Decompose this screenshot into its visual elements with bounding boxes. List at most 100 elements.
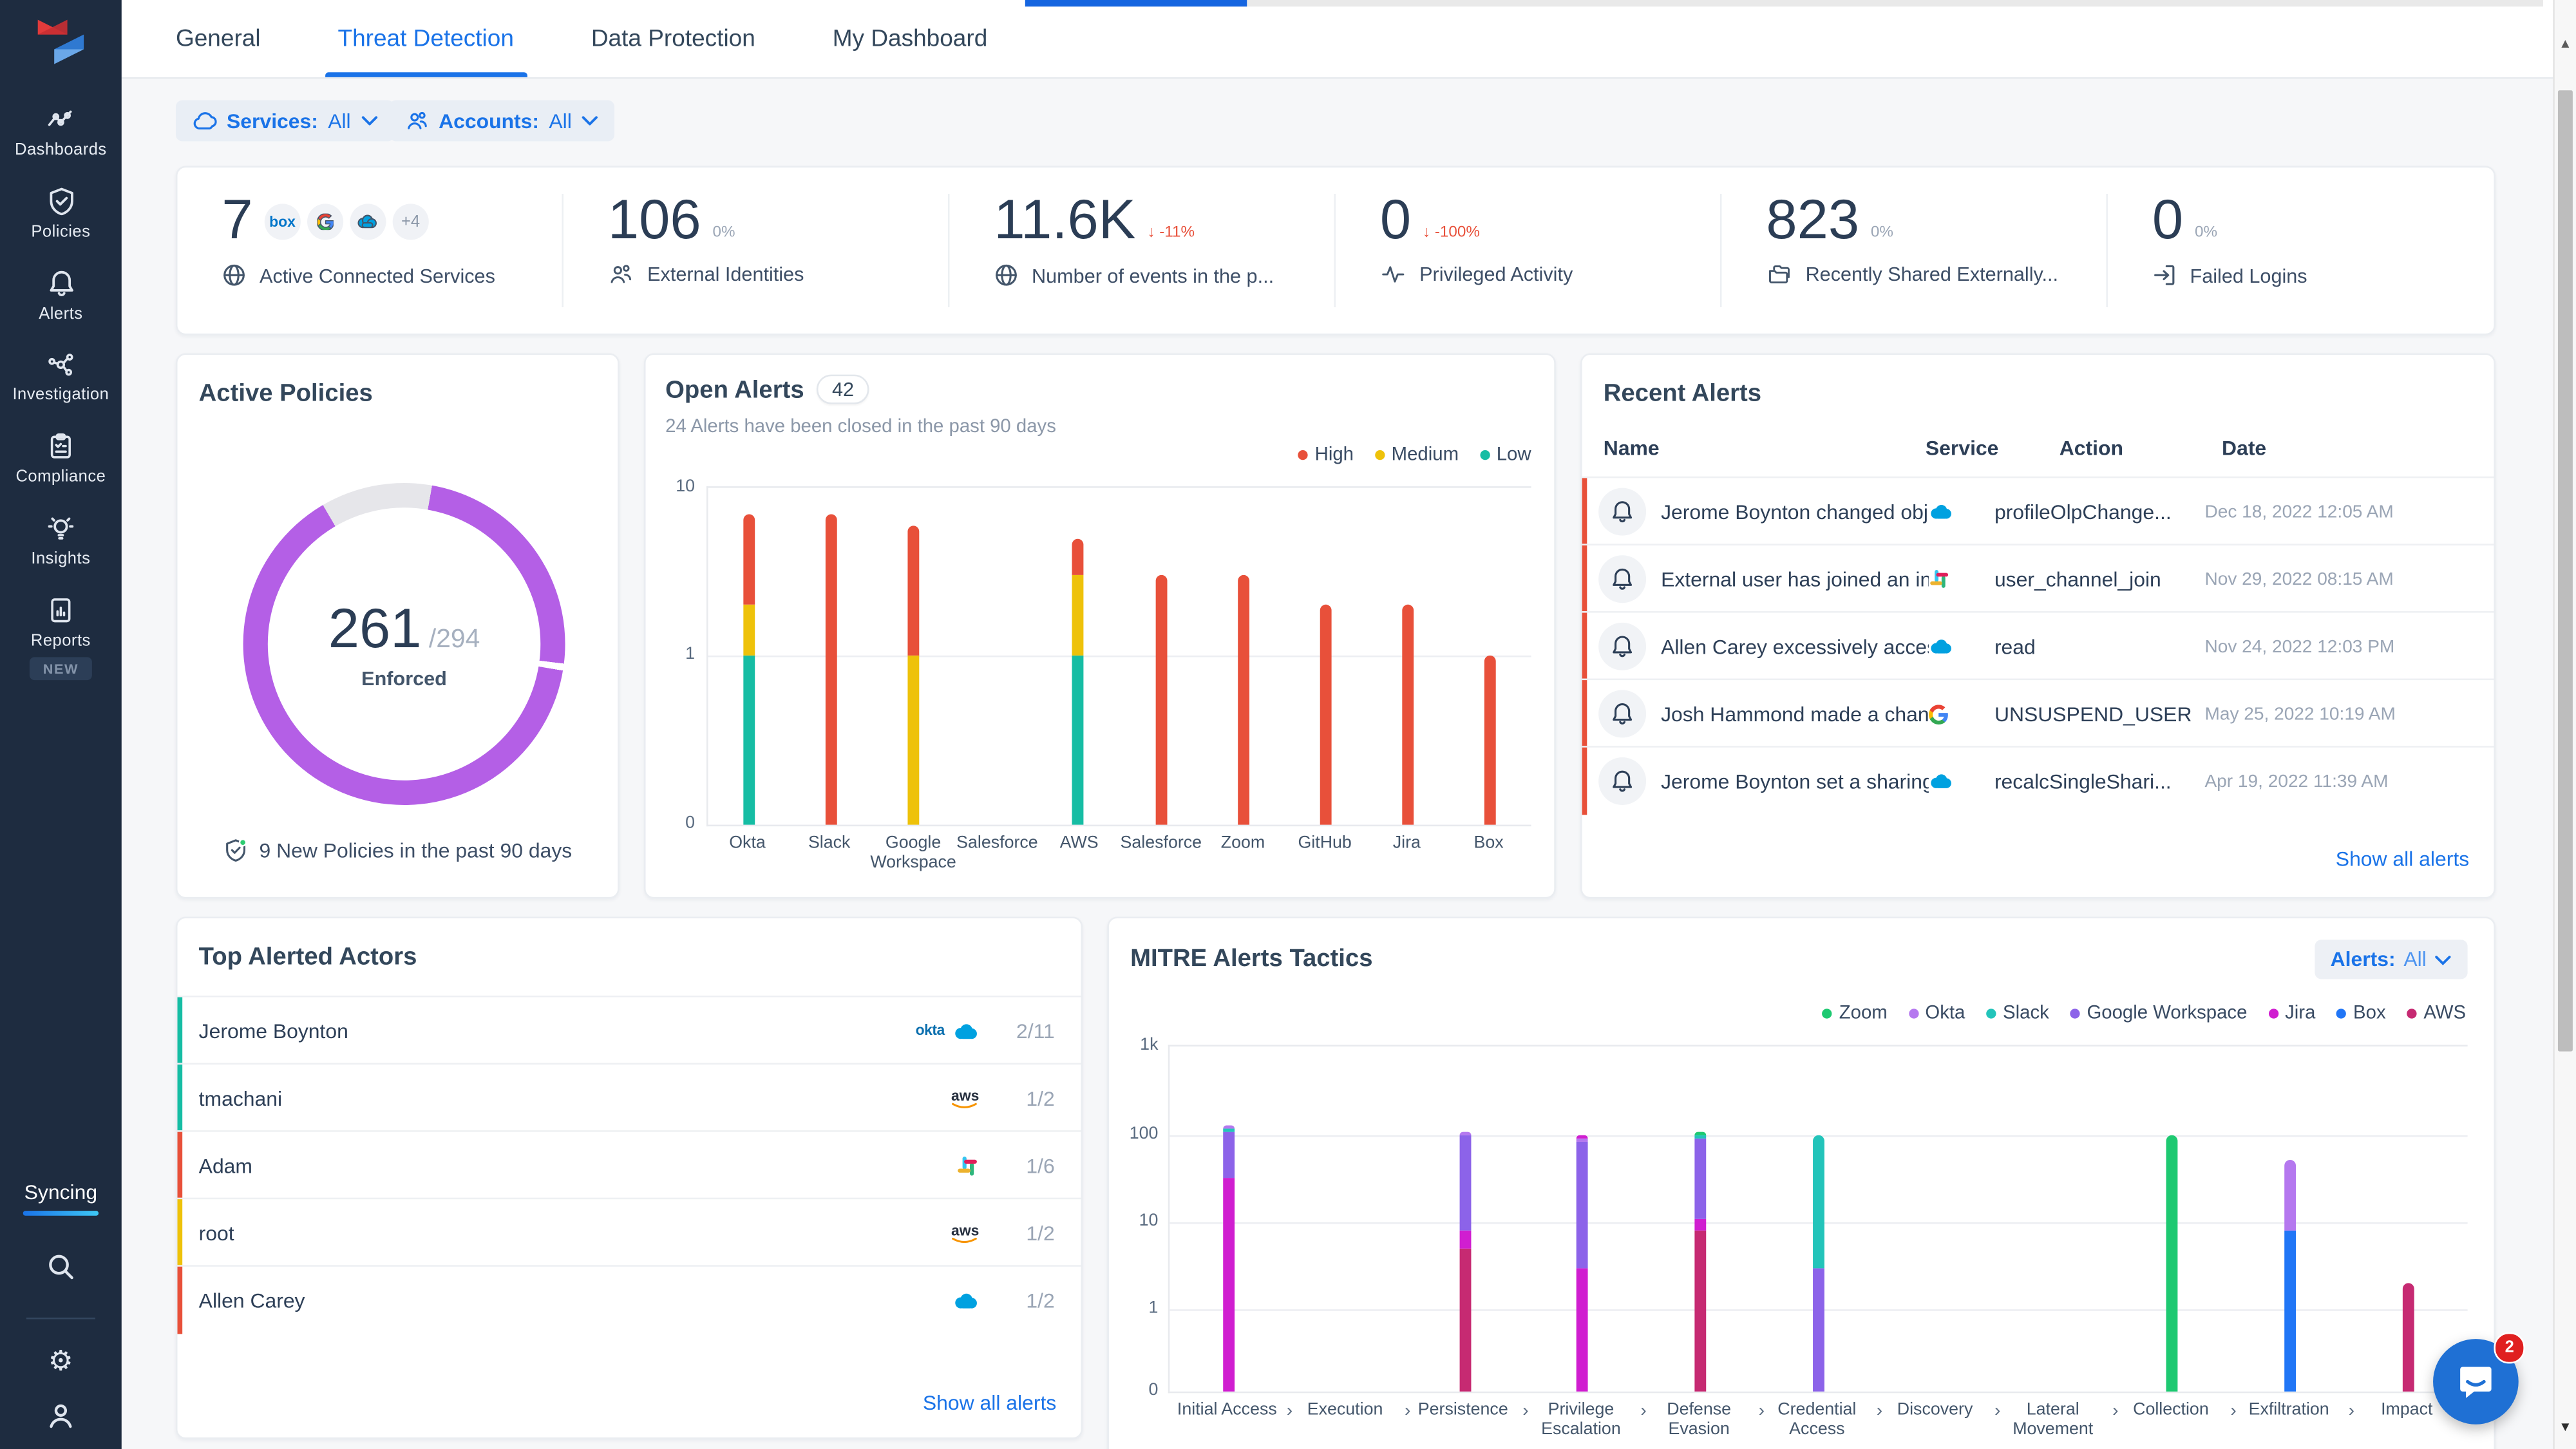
docontrol-logo[interactable]: [28, 13, 93, 79]
bar-box-9[interactable]: [1449, 488, 1531, 825]
bar-github-7[interactable]: [1284, 488, 1367, 825]
tab-general[interactable]: General: [176, 0, 261, 77]
legend-google-workspace[interactable]: Google Workspace: [2070, 1004, 2247, 1024]
actor-row[interactable]: rootaws1/2: [178, 1198, 1081, 1267]
kpi-failed-logins[interactable]: 00%Failed Logins: [2108, 167, 2494, 334]
actor-row[interactable]: Jerome Boyntonokta2/11: [178, 996, 1081, 1065]
bar-google-workspace-2[interactable]: [873, 488, 955, 825]
legend-zoom[interactable]: Zoom: [1823, 1004, 1888, 1024]
legend-okta[interactable]: Okta: [1909, 1004, 1965, 1024]
scrollbar-thumb[interactable]: [2558, 90, 2573, 1051]
actor-name: tmachani: [199, 1087, 282, 1110]
vertical-scrollbar[interactable]: ▲ ▼: [2553, 0, 2576, 1449]
segment-slack: [1695, 1135, 1707, 1139]
alert-row[interactable]: External user has joined an in...user_ch…: [1582, 544, 2494, 612]
alert-name: Allen Carey excessively acces...: [1661, 635, 1929, 658]
tactic-privilege-escalation[interactable]: Privilege Escalation›: [1522, 1399, 1640, 1439]
user-icon: [46, 1401, 75, 1431]
alert-row[interactable]: Allen Carey excessively acces...readNov …: [1582, 611, 2494, 680]
legend-aws[interactable]: AWS: [2407, 1004, 2466, 1024]
salesforce-icon: [357, 214, 379, 229]
dashboards-icon: [44, 107, 77, 133]
tab-threat-detection[interactable]: Threat Detection: [337, 0, 513, 77]
legend-dot: [1987, 1009, 1996, 1018]
tab-my-dashboard[interactable]: My Dashboard: [833, 0, 988, 77]
alert-row[interactable]: Jerome Boynton set a sharing...recalcSin…: [1582, 746, 2494, 815]
bar-defense-evasion[interactable]: [1642, 1046, 1759, 1392]
alert-row[interactable]: Josh Hammond made a chan...UNSUSPEND_USE…: [1582, 679, 2494, 748]
services-filter[interactable]: Services: All: [176, 100, 393, 142]
actor-row[interactable]: Allen Carey1/2: [178, 1265, 1081, 1334]
bar-okta-0[interactable]: [708, 488, 790, 825]
kpi-number-of-events-in-the-p[interactable]: 11.6K↓ -11%Number of events in the p...: [949, 167, 1335, 334]
legend-jira[interactable]: Jira: [2269, 1004, 2316, 1024]
sidebar-item-dashboards[interactable]: Dashboards: [0, 107, 122, 160]
legend-high[interactable]: High: [1298, 445, 1354, 465]
folder-icon: [1766, 263, 1792, 286]
settings-button[interactable]: ⚙: [48, 1347, 73, 1378]
sidebar-item-label: Policies: [31, 223, 90, 242]
alert-date: Dec 18, 2022 12:05 AM: [2204, 502, 2393, 522]
bar-execution[interactable]: [1288, 1046, 1406, 1392]
legend-medium[interactable]: Medium: [1375, 445, 1459, 465]
bar-salesforce-5[interactable]: [1120, 488, 1202, 825]
tab-data-protection[interactable]: Data Protection: [591, 0, 755, 77]
sidebar-item-investigation[interactable]: Investigation: [0, 352, 122, 404]
profile-button[interactable]: [46, 1401, 75, 1439]
tactic-exfiltration[interactable]: Exfiltration›: [2230, 1399, 2348, 1439]
legend-low[interactable]: Low: [1480, 445, 1531, 465]
kpi-external-identities[interactable]: 1060%External Identities: [564, 167, 949, 334]
kpi-active-connected-services[interactable]: 7box+4Active Connected Services: [178, 167, 564, 334]
bar-aws-4[interactable]: [1037, 488, 1120, 825]
sidebar-item-insights[interactable]: Insights: [0, 514, 122, 568]
sidebar-item-reports[interactable]: Reports NEW: [0, 596, 122, 680]
tactic-persistence[interactable]: Persistence›: [1404, 1399, 1522, 1439]
kpi-delta: 0%: [2195, 223, 2217, 242]
tactic-collection[interactable]: Collection›: [2112, 1399, 2230, 1439]
globe-icon: [994, 263, 1018, 287]
tactic-initial-access[interactable]: Initial Access›: [1168, 1399, 1286, 1439]
kpi-privileged-activity[interactable]: 0↓ -100%Privileged Activity: [1336, 167, 1721, 334]
tactic-discovery[interactable]: Discovery›: [1876, 1399, 1994, 1439]
sidebar-item-policies[interactable]: Policies: [0, 187, 122, 242]
chevron-down-icon: [582, 115, 598, 127]
alert-row[interactable]: Jerome Boynton changed obj...profileOlpC…: [1582, 477, 2494, 545]
accounts-filter[interactable]: Accounts: All: [390, 100, 615, 142]
bar-lateral-movement[interactable]: [1996, 1046, 2114, 1392]
scroll-up-arrow[interactable]: ▲: [2555, 36, 2576, 51]
bar-credential-access[interactable]: [1759, 1046, 1877, 1392]
segment-high: [1484, 656, 1496, 825]
top-actors-show-all-link[interactable]: Show all alerts: [923, 1392, 1056, 1415]
mitre-alerts-filter[interactable]: Alerts: All: [2314, 940, 2468, 979]
actor-name: root: [199, 1222, 234, 1245]
bar-impact[interactable]: [2349, 1046, 2467, 1392]
bar-initial-access[interactable]: [1170, 1046, 1287, 1392]
tactic-lateral-movement[interactable]: Lateral Movement›: [1994, 1399, 2112, 1439]
tactic-defense-evasion[interactable]: Defense Evasion›: [1640, 1399, 1758, 1439]
kpi-recently-shared-externally[interactable]: 8230%Recently Shared Externally...: [1721, 167, 2107, 334]
bar-persistence[interactable]: [1406, 1046, 1524, 1392]
actor-row[interactable]: tmachaniaws1/2: [178, 1063, 1081, 1132]
bar-privilege-escalation[interactable]: [1524, 1046, 1642, 1392]
bar-discovery[interactable]: [1878, 1046, 1996, 1392]
open-alerts-count-badge: 42: [817, 375, 869, 404]
recent-alerts-show-all-link[interactable]: Show all alerts: [2336, 848, 2469, 871]
sidebar-item-compliance[interactable]: Compliance: [0, 432, 122, 486]
salesforce-icon: [953, 1291, 980, 1309]
search-button[interactable]: [46, 1252, 75, 1290]
bar-salesforce-3[interactable]: [955, 488, 1037, 825]
bar-zoom-6[interactable]: [1202, 488, 1284, 825]
tactic-credential-access[interactable]: Credential Access›: [1758, 1399, 1876, 1439]
bar-collection[interactable]: [2114, 1046, 2231, 1392]
actor-row[interactable]: Adam1/6: [178, 1130, 1081, 1199]
tactic-execution[interactable]: Execution›: [1286, 1399, 1404, 1439]
scroll-down-arrow[interactable]: ▼: [2555, 1419, 2576, 1434]
bar-exfiltration[interactable]: [2231, 1046, 2349, 1392]
bar-slack-1[interactable]: [790, 488, 873, 825]
bar-jira-8[interactable]: [1367, 488, 1449, 825]
open-alerts-card: Open Alerts 42 24 Alerts have been close…: [644, 353, 1556, 898]
chat-launcher[interactable]: 2: [2433, 1339, 2519, 1425]
legend-slack[interactable]: Slack: [1987, 1004, 2049, 1024]
sidebar-item-alerts[interactable]: Alerts: [0, 269, 122, 323]
legend-box[interactable]: Box: [2337, 1004, 2386, 1024]
